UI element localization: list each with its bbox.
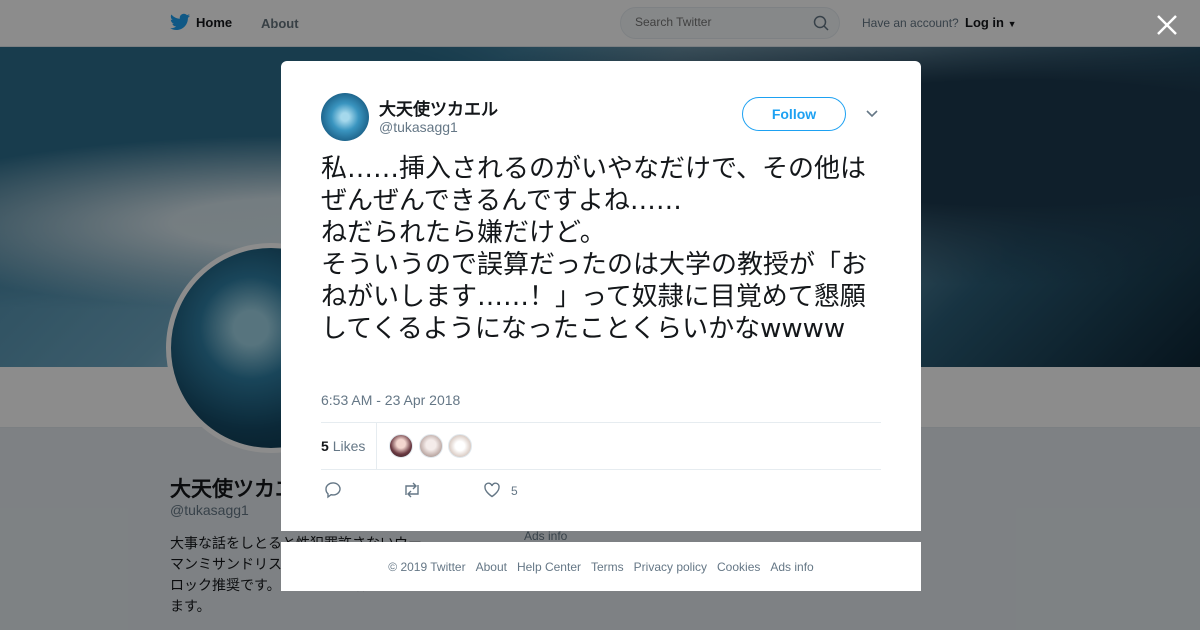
tweet-text: 私……挿入されるのがいやなだけで、その他はぜんぜんできるんですよね…… ねだられ… bbox=[321, 154, 868, 344]
footer-link-privacy[interactable]: Privacy policy bbox=[634, 560, 707, 574]
likes-number: 5 bbox=[321, 438, 329, 454]
liker-avatar[interactable] bbox=[389, 434, 413, 458]
author-avatar[interactable] bbox=[321, 93, 369, 141]
retweet-icon[interactable] bbox=[402, 481, 422, 499]
footer-link-ads-info[interactable]: Ads info bbox=[770, 560, 813, 574]
divider bbox=[376, 423, 377, 469]
footer-copyright: © 2019 Twitter bbox=[388, 559, 466, 574]
footer-link-help-center[interactable]: Help Center bbox=[517, 560, 581, 574]
like-heart-icon[interactable] bbox=[483, 481, 501, 499]
footer-link-cookies[interactable]: Cookies bbox=[717, 560, 760, 574]
modal-footer: © 2019 Twitter About Help Center Terms P… bbox=[281, 542, 921, 591]
follow-button[interactable]: Follow bbox=[742, 97, 846, 131]
divider bbox=[321, 469, 881, 470]
tweet-timestamp[interactable]: 6:53 AM - 23 Apr 2018 bbox=[321, 392, 460, 408]
footer-link-terms[interactable]: Terms bbox=[591, 560, 624, 574]
tweet-modal: 大天使ツカエル @tukasagg1 Follow 私……挿入されるのがいやなだ… bbox=[281, 61, 921, 531]
reply-icon[interactable] bbox=[324, 481, 342, 499]
liker-avatar[interactable] bbox=[448, 434, 472, 458]
likes-count[interactable]: 5 Likes bbox=[321, 438, 365, 454]
chevron-down-icon[interactable] bbox=[865, 109, 879, 119]
author-handle[interactable]: @tukasagg1 bbox=[379, 119, 458, 135]
close-icon[interactable] bbox=[1154, 12, 1180, 38]
likes-row: 5 Likes bbox=[321, 423, 881, 469]
like-action-count: 5 bbox=[511, 484, 518, 498]
author-name[interactable]: 大天使ツカエル bbox=[379, 95, 498, 120]
tweet-actions: 5 bbox=[321, 479, 881, 503]
liker-avatar[interactable] bbox=[419, 434, 443, 458]
footer-link-about[interactable]: About bbox=[476, 560, 507, 574]
likes-label: Likes bbox=[332, 438, 366, 454]
